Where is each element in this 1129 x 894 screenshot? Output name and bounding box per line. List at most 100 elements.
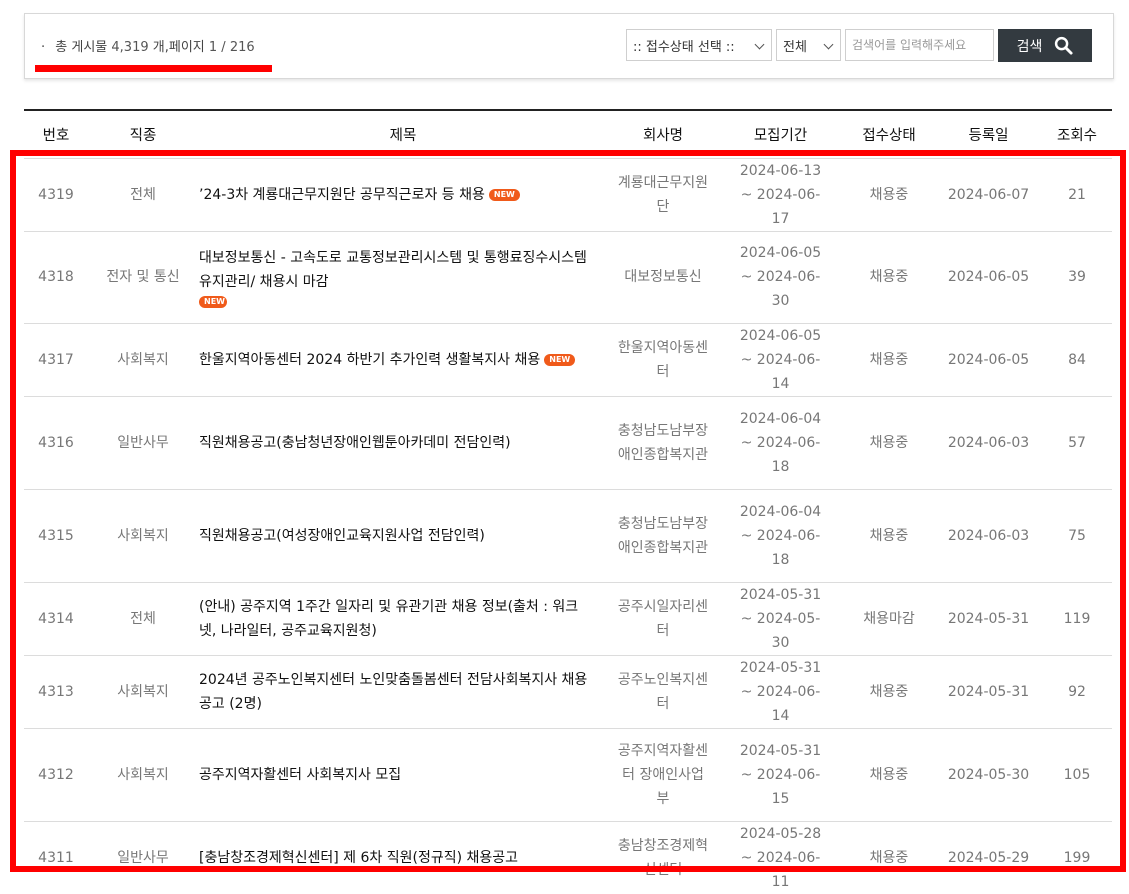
table-row[interactable]: 4311 일반사무 [충남창조경제혁신센터] 제 6차 직원(정규직) 채용공고 충남… xyxy=(24,821,1112,894)
highlight-underline xyxy=(35,65,272,72)
post-title-link[interactable]: 직원채용공고(여성장애인교육지원사업 전담인력) xyxy=(199,528,485,544)
post-title-link[interactable]: 공주지역자활센터 사회복지사 모집 xyxy=(199,767,401,783)
scope-select-value: 전체 xyxy=(783,39,807,55)
application-status: 채용중 xyxy=(869,351,909,368)
page-indicator: 1 / 216 xyxy=(208,40,255,55)
search-input[interactable] xyxy=(845,29,994,61)
header-period: 모집기간 xyxy=(753,127,808,144)
company-name: 대보정보통신 xyxy=(624,269,702,285)
application-status: 채용중 xyxy=(869,269,909,285)
job-category: 사회복지 xyxy=(117,351,169,368)
recruit-period: 2024-06-05 ~ 2024-06-30 xyxy=(739,245,822,309)
post-title-link[interactable]: ’24-3차 계룡대근무지원단 공무직근로자 등 채용 xyxy=(199,187,485,203)
job-category: 사회복지 xyxy=(117,527,169,544)
new-badge: NEW xyxy=(488,188,520,201)
recruit-period: 2024-05-28 ~ 2024-06-11 xyxy=(739,825,822,890)
post-title-cell[interactable]: 공주지역자활센터 사회복지사 모집 xyxy=(198,728,608,821)
header-company: 회사명 xyxy=(642,127,684,144)
post-title-cell[interactable]: 2024년 공주노인복지센터 노인맞춤돌봄센터 전담사회복지사 채용공고 (2명… xyxy=(198,655,608,728)
post-title-link[interactable]: 직원채용공고(충남청년장애인웹툰아카데미 전담인력) xyxy=(199,435,511,451)
table-row[interactable]: 4317 사회복지 한울지역아동센터 2024 하반기 추가인력 생활복지사 채용 N… xyxy=(24,323,1112,396)
header-status: 접수상태 xyxy=(862,127,916,144)
header-category: 직종 xyxy=(129,127,157,144)
scope-select[interactable]: 전체 xyxy=(776,29,841,61)
application-status: 채용중 xyxy=(869,186,909,203)
chevron-down-icon xyxy=(754,39,765,50)
job-category: 사회복지 xyxy=(117,766,169,783)
post-title-cell[interactable]: 한울지역아동센터 2024 하반기 추가인력 생활복지사 채용 NEW xyxy=(198,323,608,396)
post-date: 2024-06-05 xyxy=(947,269,1030,285)
table-header-row: 번호 직종 제목 회사명 모집기간 접수상태 등록일 조회수 xyxy=(24,110,1112,158)
application-status: 채용마감 xyxy=(863,610,915,627)
view-count: 92 xyxy=(1068,683,1086,700)
header-number: 번호 xyxy=(42,127,70,144)
table-row[interactable]: 4319 전체 ’24-3차 계룡대근무지원단 공무직근로자 등 채용 NEW 계룡대근… xyxy=(24,158,1112,231)
view-count: 21 xyxy=(1068,186,1086,203)
post-number: 4319 xyxy=(38,186,74,203)
post-title-link[interactable]: 2024년 공주노인복지센터 노인맞춤돌봄센터 전담사회복지사 채용공고 (2명… xyxy=(199,672,587,712)
table-row[interactable]: 4312 사회복지 공주지역자활센터 사회복지사 모집 공주지역자활센터 장애인사업부… xyxy=(24,728,1112,821)
search-icon xyxy=(1055,36,1073,55)
post-title-cell[interactable]: 직원채용공고(충남청년장애인웹툰아카데미 전담인력) xyxy=(198,396,608,489)
view-count: 105 xyxy=(1063,766,1091,783)
post-date: 2024-05-29 xyxy=(947,849,1030,866)
recruit-period: 2024-05-31 ~ 2024-05-30 xyxy=(739,586,822,651)
post-number: 4314 xyxy=(38,610,74,627)
company-name: 한울지역아동센터 xyxy=(617,339,709,380)
job-board-table: 번호 직종 제목 회사명 모집기간 접수상태 등록일 조회수 4319 전체 ’24-3차 계룡대… xyxy=(24,109,1112,894)
recruit-period: 2024-06-04 ~ 2024-06-18 xyxy=(739,503,822,568)
application-status: 채용중 xyxy=(869,849,909,866)
job-category: 일반사무 xyxy=(117,849,169,866)
post-number: 4313 xyxy=(38,683,74,700)
post-number: 4312 xyxy=(38,766,74,783)
search-button-label: 검색 xyxy=(1016,38,1043,55)
view-count: 199 xyxy=(1063,849,1091,866)
post-title-cell[interactable]: [충남창조경제혁신센터] 제 6차 직원(정규직) 채용공고 xyxy=(198,821,608,894)
post-title-link[interactable]: (안내) 공주지역 1주간 일자리 및 유관기관 채용 정보(출처 : 워크넷,… xyxy=(199,599,578,639)
chevron-down-icon xyxy=(823,39,834,50)
post-title-cell[interactable]: (안내) 공주지역 1주간 일자리 및 유관기관 채용 정보(출처 : 워크넷,… xyxy=(198,582,608,655)
recruit-period: 2024-06-13 ~ 2024-06-17 xyxy=(739,162,822,227)
view-count: 119 xyxy=(1063,610,1091,627)
view-count: 39 xyxy=(1068,269,1086,285)
post-summary: · 총 게시물 4,319 개,페이지 1 / 216 xyxy=(41,36,255,55)
search-button[interactable]: 검색 xyxy=(998,29,1092,62)
post-title-link[interactable]: 대보정보통신 - 고속도로 교통정보관리시스템 및 통행료징수시스템 유지관리/… xyxy=(199,250,587,290)
recruit-period: 2024-06-05 ~ 2024-06-14 xyxy=(739,327,822,392)
table-row[interactable]: 4313 사회복지 2024년 공주노인복지센터 노인맞춤돌봄센터 전담사회복지사 … xyxy=(24,655,1112,728)
company-name: 공주지역자활센터 장애인사업부 xyxy=(617,742,709,807)
post-title-link[interactable]: [충남창조경제혁신센터] 제 6차 직원(정규직) 채용공고 xyxy=(199,850,518,866)
job-category: 일반사무 xyxy=(117,434,169,451)
application-status: 채용중 xyxy=(869,766,909,783)
company-name: 충청남도남부장애인종합복지관 xyxy=(617,422,709,463)
job-category: 전체 xyxy=(130,610,156,627)
table-row[interactable]: 4316 일반사무 직원채용공고(충남청년장애인웹툰아카데미 전담인력) 충청남도남부… xyxy=(24,396,1112,489)
new-badge: NEW xyxy=(544,353,576,366)
table-row[interactable]: 4318 전자 및 통신 대보정보통신 - 고속도로 교통정보관리시스템 및 통행료… xyxy=(24,231,1112,323)
table-row[interactable]: 4314 전체 (안내) 공주지역 1주간 일자리 및 유관기관 채용 정보(출처 … xyxy=(24,582,1112,655)
post-date: 2024-05-31 xyxy=(947,683,1030,700)
company-name: 충청남도남부장애인종합복지관 xyxy=(617,515,709,556)
post-date: 2024-05-31 xyxy=(947,610,1030,627)
status-select[interactable]: :: 접수상태 선택 :: xyxy=(626,29,772,61)
post-date: 2024-06-07 xyxy=(947,186,1030,203)
recruit-period: 2024-06-04 ~ 2024-06-18 xyxy=(739,410,822,475)
post-title-link[interactable]: 한울지역아동센터 2024 하반기 추가인력 생활복지사 채용 xyxy=(199,352,540,368)
table-row[interactable]: 4315 사회복지 직원채용공고(여성장애인교육지원사업 전담인력) 충청남도남부장애… xyxy=(24,489,1112,582)
company-name: 충남창조경제혁신센터 xyxy=(617,837,709,878)
job-category: 전자 및 통신 xyxy=(106,269,180,285)
summary-prefix: 총 게시물 xyxy=(55,40,108,55)
post-date: 2024-05-30 xyxy=(947,766,1030,783)
view-count: 57 xyxy=(1068,434,1086,451)
company-name: 계룡대근무지원단 xyxy=(617,174,709,215)
application-status: 채용중 xyxy=(869,683,909,700)
post-title-cell[interactable]: ’24-3차 계룡대근무지원단 공무직근로자 등 채용 NEW xyxy=(198,158,608,231)
post-number: 4311 xyxy=(38,849,74,866)
post-title-cell[interactable]: 대보정보통신 - 고속도로 교통정보관리시스템 및 통행료징수시스템 유지관리/… xyxy=(198,231,608,323)
post-number: 4315 xyxy=(38,527,74,544)
header-views: 조회수 xyxy=(1056,127,1098,144)
status-select-value: :: 접수상태 선택 :: xyxy=(633,39,735,55)
header-title: 제목 xyxy=(389,127,417,144)
view-count: 75 xyxy=(1068,527,1086,544)
post-title-cell[interactable]: 직원채용공고(여성장애인교육지원사업 전담인력) xyxy=(198,489,608,582)
